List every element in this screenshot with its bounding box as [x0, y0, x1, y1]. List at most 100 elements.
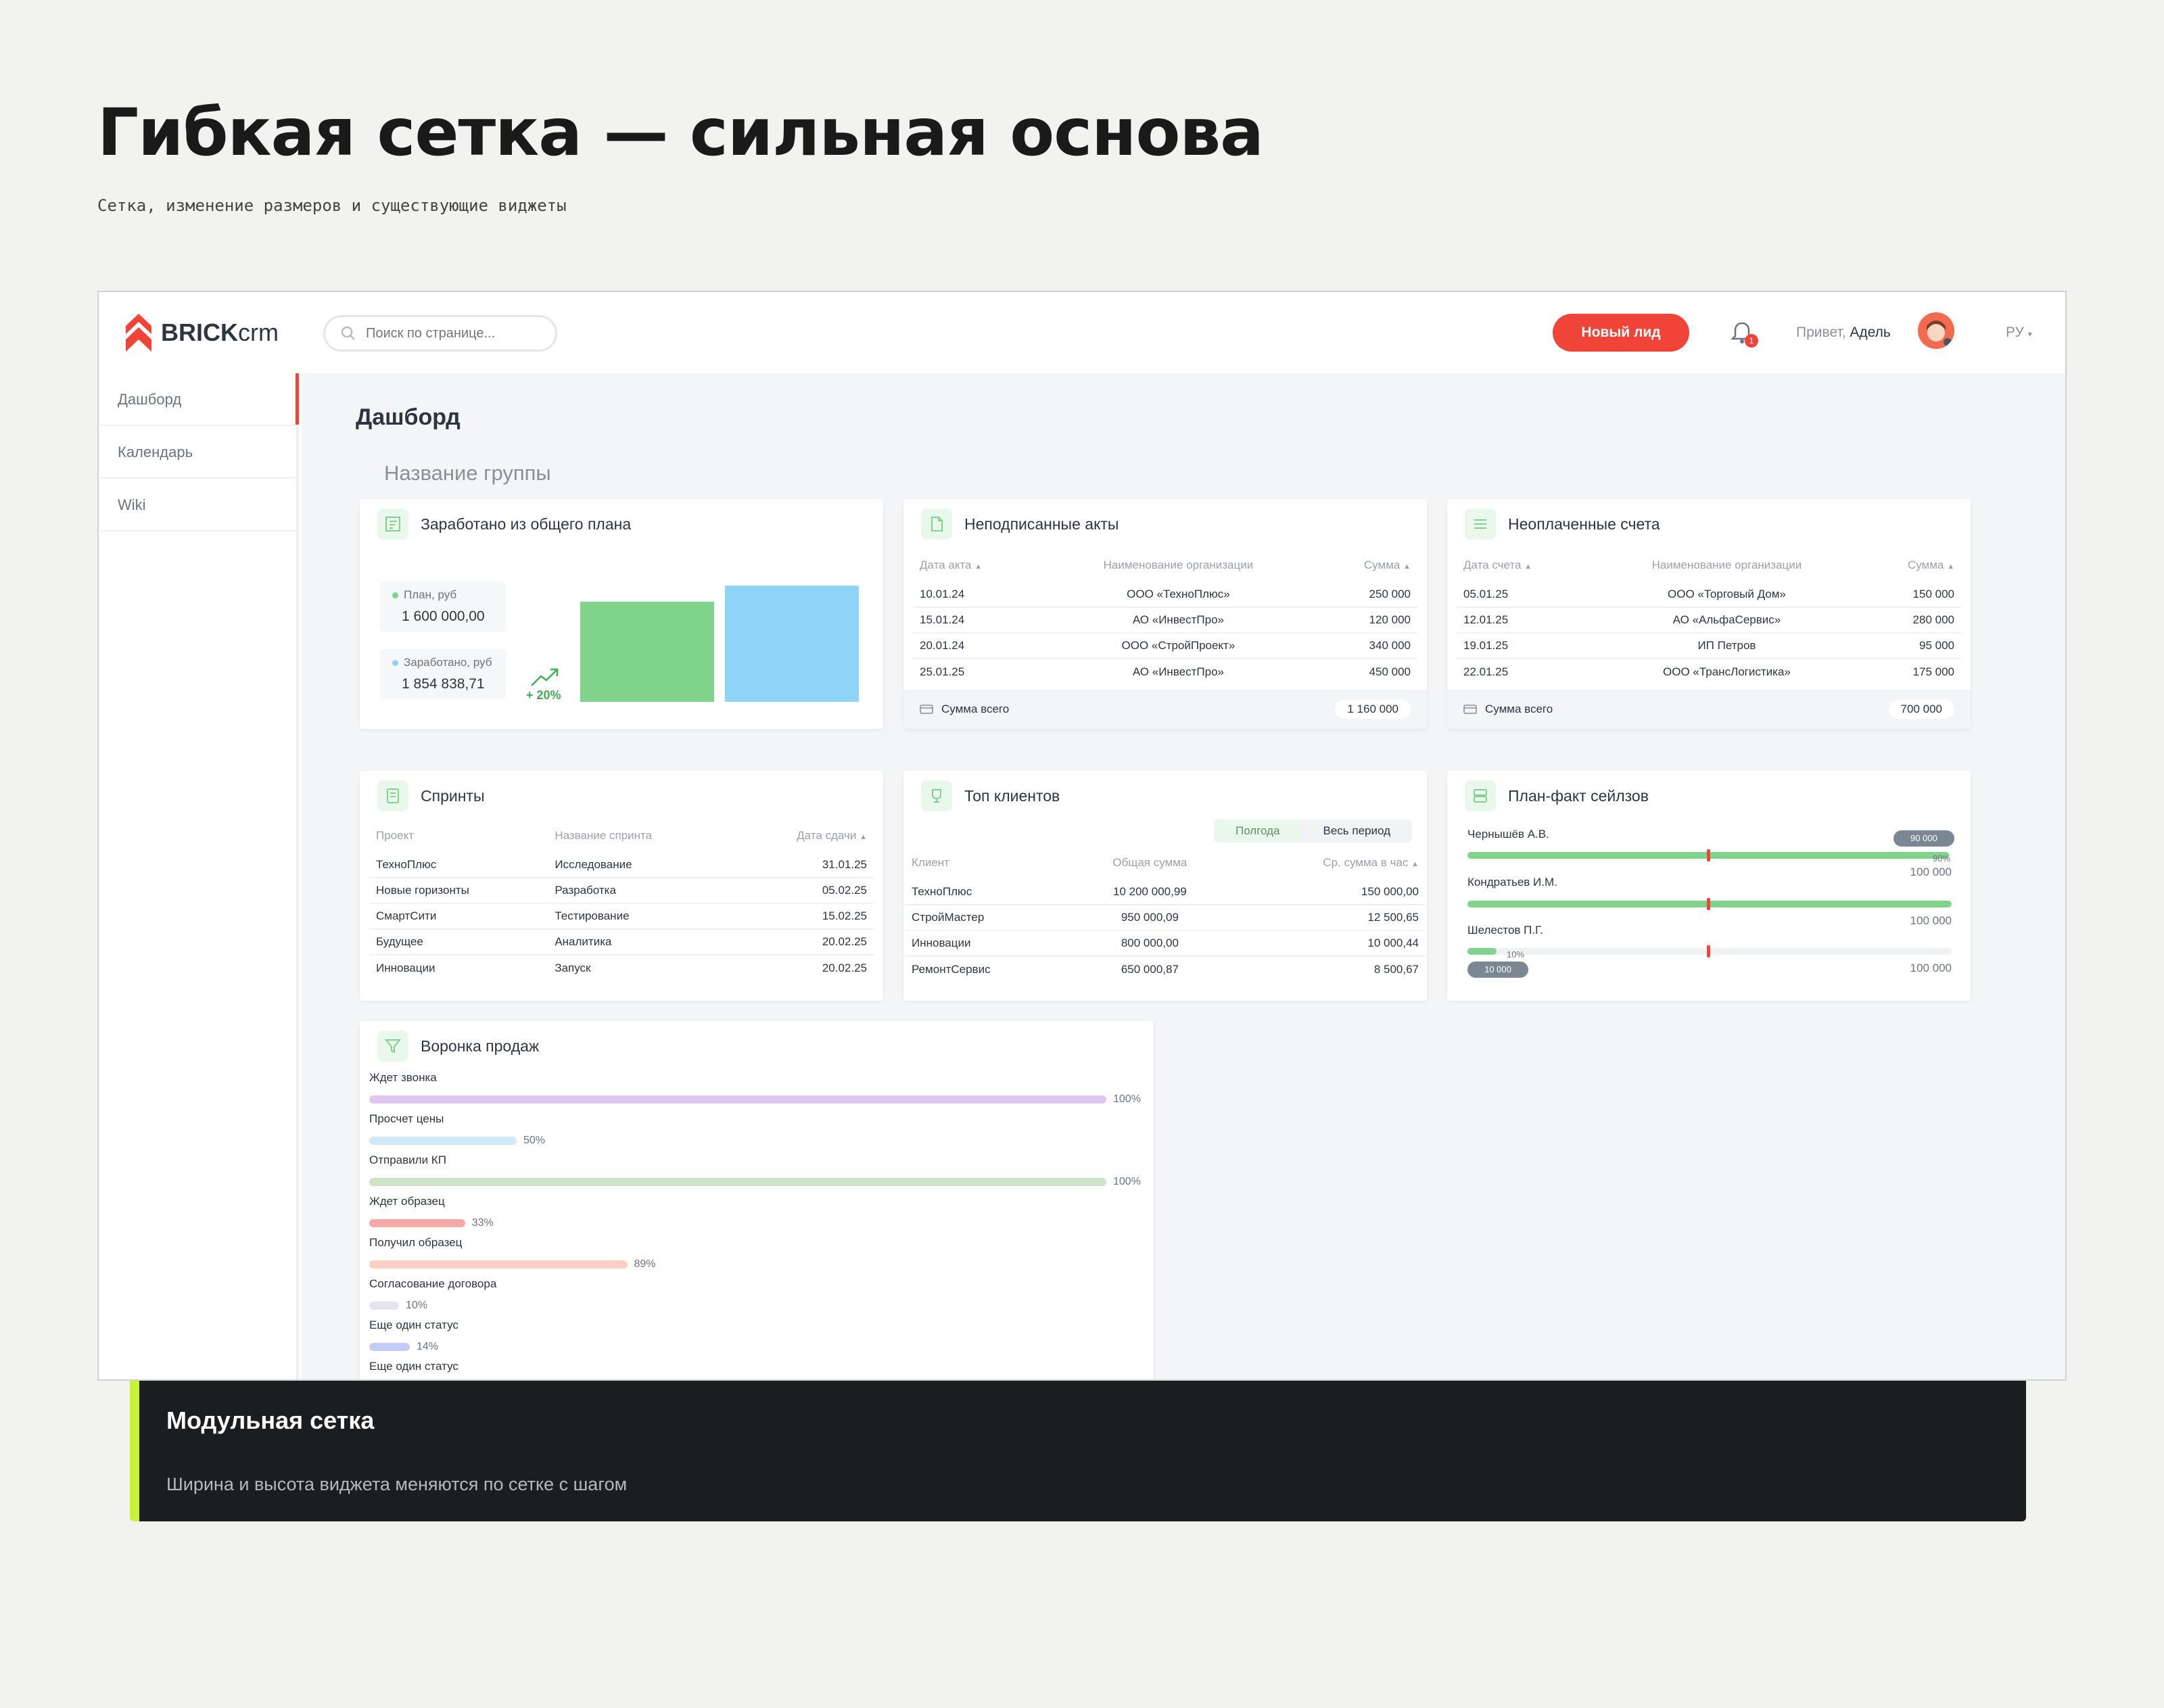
table-row[interactable]: РемонтСервис 650 000,87 8 500,67: [905, 956, 1426, 982]
plan-fact-widget: План-факт сейлзов Чернышёв А.В. 90 000 9…: [1447, 771, 1971, 1001]
table-row[interactable]: 25.01.25 АО «ИнвестПро» 450 000: [913, 659, 1417, 684]
table-row[interactable]: 05.01.25 ООО «Торговый Дом» 150 000: [1457, 582, 1961, 608]
new-lead-button[interactable]: Новый лид: [1553, 314, 1689, 352]
list-icon: [377, 508, 408, 540]
funnel-row[interactable]: Ждет звонка 100%: [369, 1071, 1144, 1105]
main-content: Дашборд Название группы Заработано из об…: [302, 373, 2065, 1379]
sort-asc-icon: ▲: [860, 833, 867, 841]
tab-half-year[interactable]: Полгода: [1213, 820, 1302, 843]
sprints-widget: Спринты Проект Название спринта Дата сда…: [360, 771, 883, 1001]
table-row[interactable]: Инновации Запуск 20.02.25: [369, 955, 874, 980]
acts-table: Дата акта ▲ Наименование организации Сум…: [913, 549, 1417, 684]
wallet-icon: [920, 705, 933, 714]
salesperson-name: Шелестов П.Г.: [1467, 924, 1543, 936]
value-pill: 10 000: [1467, 962, 1528, 978]
table-row[interactable]: Будущее Аналитика 20.02.25: [369, 929, 874, 955]
column-header[interactable]: Дата сдачи ▲: [734, 820, 874, 852]
chevron-down-icon: ▾: [2027, 329, 2032, 339]
table-row[interactable]: 15.01.24 АО «ИнвестПро» 120 000: [913, 607, 1417, 634]
table-row[interactable]: Инновации 800 000,00 10 000,44: [905, 930, 1426, 957]
chart-bar-earned[interactable]: [725, 586, 859, 702]
progress-track: [1467, 945, 1952, 957]
funnel-percent: 10%: [406, 1300, 428, 1311]
brand-logo[interactable]: BRICKcrm: [126, 314, 279, 352]
table-row[interactable]: Новые горизонты Разработка 05.02.25: [369, 878, 874, 904]
chart-bar-plan[interactable]: [580, 601, 714, 702]
funnel-stage-label: Просчет цены: [369, 1112, 444, 1125]
top-bar: BRICKcrm Новый лид 1 Привет, Адель РУ ▾: [99, 292, 2065, 373]
percent-label: 10%: [1507, 949, 1525, 959]
column-header[interactable]: Название спринта: [548, 820, 733, 852]
funnel-row[interactable]: Еще один статус: [369, 1360, 1144, 1373]
column-header[interactable]: Общая сумма: [1071, 847, 1229, 879]
funnel-row[interactable]: Отправили КП 100%: [369, 1154, 1144, 1187]
earned-widget: Заработано из общего плана План, руб 1 6…: [360, 499, 883, 729]
unpaid-invoices-widget: Неоплаченные счета Дата счета ▲ Наименов…: [1447, 499, 1971, 729]
column-header[interactable]: Проект: [369, 820, 548, 852]
earned-label: Заработано, руб: [404, 656, 492, 669]
table-row[interactable]: 19.01.25 ИП Петров 95 000: [1457, 633, 1961, 659]
funnel-bar: [369, 1095, 1106, 1104]
sprints-table: Проект Название спринта Дата сдачи ▲ Тех…: [369, 820, 874, 980]
funnel-row[interactable]: Просчет цены 50%: [369, 1112, 1144, 1146]
avatar[interactable]: [1918, 312, 1954, 349]
funnel-percent: 100%: [1113, 1093, 1141, 1105]
avatar-image: [1918, 312, 1954, 349]
funnel-bar: [369, 1343, 410, 1351]
sidebar-item-dashboard[interactable]: Дашборд: [99, 373, 299, 426]
funnel-stage-label: Ждет звонка: [369, 1071, 437, 1084]
filter-icon: [377, 1030, 408, 1062]
table-row[interactable]: 20.01.24 ООО «СтройПроект» 340 000: [913, 633, 1417, 659]
column-header[interactable]: Ср. сумма в час ▲: [1229, 847, 1426, 879]
wallet-icon: [1463, 705, 1477, 714]
column-header[interactable]: Сумма ▲: [1316, 549, 1417, 582]
funnel-row[interactable]: Еще один статус 14%: [369, 1319, 1144, 1352]
funnel-row[interactable]: Получил образец 89%: [369, 1236, 1144, 1270]
period-switch: Полгода Весь период: [1213, 820, 1413, 843]
column-header[interactable]: Сумма ▲: [1862, 549, 1961, 582]
table-row[interactable]: 12.01.25 АО «АльфаСервис» 280 000: [1457, 607, 1961, 634]
document-icon: [921, 508, 952, 540]
table-row[interactable]: СтройМастер 950 000,09 12 500,65: [905, 905, 1426, 931]
table-row[interactable]: ТехноПлюс 10 200 000,99 150 000,00: [905, 879, 1426, 905]
sidebar-item-wiki[interactable]: Wiki: [99, 479, 296, 531]
widget-title: Неподписанные акты: [964, 515, 1119, 533]
funnel-row[interactable]: Ждет образец 33%: [369, 1195, 1144, 1229]
column-header[interactable]: Наименование организации: [1592, 549, 1862, 582]
total-row: Сумма всего 1 160 000: [903, 690, 1427, 729]
tab-all-time[interactable]: Весь период: [1302, 820, 1413, 843]
brand-name: BRICKcrm: [161, 318, 279, 346]
table-row[interactable]: ТехноПлюс Исследование 31.01.25: [369, 852, 874, 878]
search-input[interactable]: [366, 325, 535, 341]
plan-marker: [1707, 945, 1711, 957]
earned-legend: Заработано, руб 1 854 838,71: [380, 649, 506, 699]
column-header[interactable]: Наименование организации: [1041, 549, 1316, 582]
table-row[interactable]: 10.01.24 ООО «ТехноПлюс» 250 000: [913, 582, 1417, 608]
sort-asc-icon: ▲: [974, 563, 983, 571]
table-row[interactable]: СмартСити Тестирование 15.02.25: [369, 903, 874, 930]
value-pill: 90 000: [1894, 830, 1954, 847]
column-header[interactable]: Дата акта ▲: [913, 549, 1041, 582]
notifications-button[interactable]: 1: [1728, 319, 1758, 349]
invoices-table: Дата счета ▲ Наименование организации Су…: [1457, 549, 1961, 684]
funnel-row[interactable]: Согласование договора 10%: [369, 1277, 1144, 1311]
table-row[interactable]: 22.01.25 ООО «ТрансЛогистика» 175 000: [1457, 659, 1961, 684]
user-greeting: Привет, Адель: [1796, 325, 1891, 341]
funnel-bar: [369, 1219, 465, 1227]
column-header[interactable]: Дата счета ▲: [1457, 549, 1592, 582]
funnel-bar: [369, 1137, 517, 1145]
sort-asc-icon: ▲: [1947, 563, 1954, 571]
sidebar-item-calendar[interactable]: Календарь: [99, 426, 296, 479]
progress-track: [1467, 898, 1952, 910]
widget-title: Спринты: [421, 786, 485, 805]
trend-up-icon: [531, 668, 559, 686]
language-select[interactable]: РУ ▾: [2006, 325, 2032, 341]
funnel-stage-label: Еще один статус: [369, 1360, 458, 1373]
list-lines-icon: [1465, 508, 1496, 540]
caption-text: Ширина и высота виджета меняются по сетк…: [166, 1474, 628, 1494]
app-window: BRICKcrm Новый лид 1 Привет, Адель РУ ▾ …: [97, 291, 2067, 1381]
column-header[interactable]: Клиент: [905, 847, 1071, 879]
unsigned-acts-widget: Неподписанные акты Дата акта ▲ Наименова…: [903, 499, 1427, 729]
salesperson-name: Кондратьев И.М.: [1467, 876, 1557, 888]
search-box[interactable]: [323, 315, 557, 352]
